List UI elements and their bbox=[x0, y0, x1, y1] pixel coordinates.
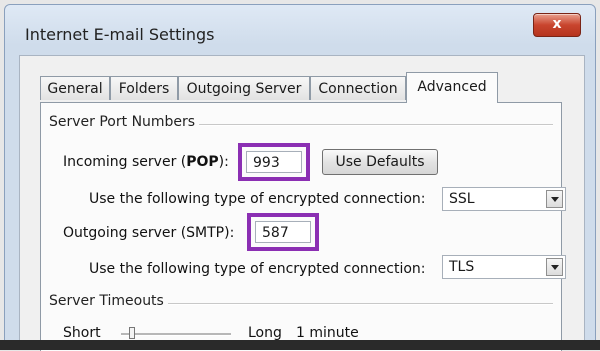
outgoing-encryption-select[interactable]: TLS bbox=[442, 255, 566, 279]
server-port-numbers-heading: Server Port Numbers bbox=[49, 114, 200, 130]
tab-outgoing-server[interactable]: Outgoing Server bbox=[178, 76, 310, 100]
timeout-value-label: 1 minute bbox=[296, 325, 359, 341]
incoming-encryption-select[interactable]: SSL bbox=[442, 187, 566, 211]
outgoing-encryption-value: TLS bbox=[449, 259, 475, 275]
outgoing-port-input[interactable]: 587 bbox=[255, 221, 311, 243]
outgoing-server-label: Outgoing server (SMTP): bbox=[63, 225, 235, 241]
dialog-content: General Folders Outgoing Server Connecti… bbox=[19, 55, 585, 351]
advanced-tab-panel: Server Port Numbers Incoming server (POP… bbox=[40, 102, 566, 351]
timeout-slider-track[interactable] bbox=[121, 333, 231, 336]
title-bar: Internet E-mail Settings x bbox=[5, 5, 595, 55]
close-icon: x bbox=[552, 16, 562, 32]
server-timeouts-heading: Server Timeouts bbox=[49, 293, 168, 309]
tab-folders[interactable]: Folders bbox=[110, 76, 178, 100]
timeout-short-label: Short bbox=[63, 325, 101, 341]
incoming-server-label: Incoming server (POP): bbox=[63, 154, 229, 170]
timeout-long-label: Long bbox=[248, 325, 282, 341]
incoming-port-input[interactable]: 993 bbox=[246, 151, 302, 173]
close-button[interactable]: x bbox=[533, 13, 581, 37]
tab-general[interactable]: General bbox=[40, 76, 110, 100]
timeout-slider-thumb[interactable] bbox=[129, 327, 135, 339]
chevron-down-icon[interactable] bbox=[546, 258, 563, 276]
chevron-down-icon[interactable] bbox=[546, 190, 563, 208]
tab-connection[interactable]: Connection bbox=[310, 76, 406, 100]
incoming-encryption-label: Use the following type of encrypted conn… bbox=[89, 191, 426, 207]
incoming-encryption-value: SSL bbox=[449, 191, 475, 207]
outgoing-encryption-label: Use the following type of encrypted conn… bbox=[89, 261, 426, 277]
window-title: Internet E-mail Settings bbox=[25, 25, 215, 44]
tab-advanced[interactable]: Advanced bbox=[406, 72, 498, 103]
bottom-shadow-bar bbox=[0, 340, 600, 350]
use-defaults-button[interactable]: Use Defaults bbox=[322, 149, 438, 175]
email-settings-window: Internet E-mail Settings x General Folde… bbox=[4, 4, 596, 351]
